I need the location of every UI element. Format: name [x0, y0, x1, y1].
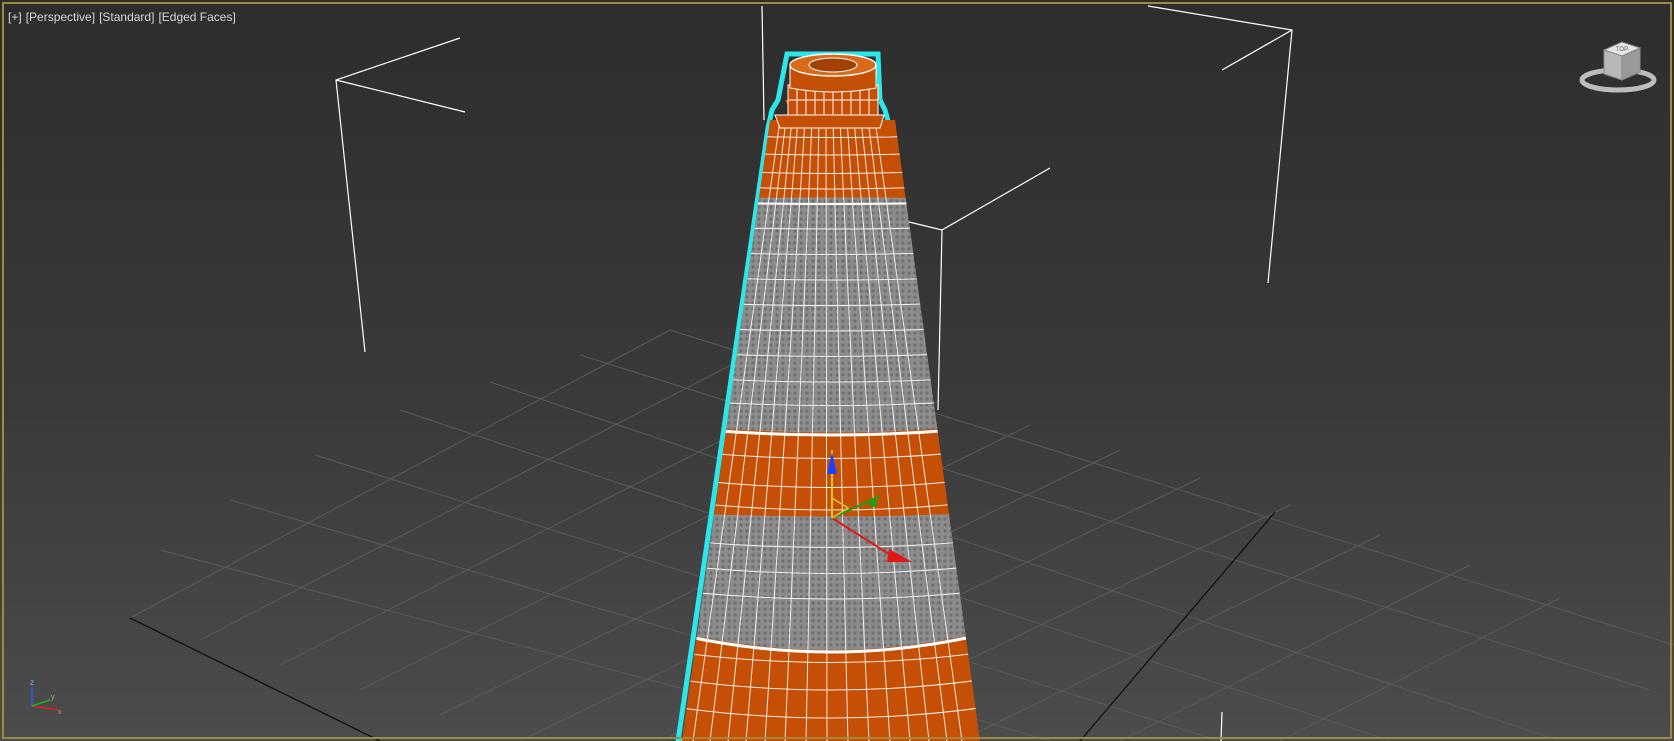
viewport-scene[interactable]: [0, 0, 1674, 741]
axis-tripod-icon: z x y: [30, 678, 62, 716]
axis-y-label: y: [51, 694, 55, 701]
gizmo-y-handle[interactable]: [869, 499, 877, 507]
viewport-shading-menu[interactable]: [Standard]: [99, 10, 154, 24]
cone-collar: [774, 114, 885, 129]
perspective-viewport[interactable]: [+] [Perspective] [Standard] [Edged Face…: [0, 0, 1674, 741]
viewcube-icon[interactable]: TOP: [1578, 36, 1658, 98]
axis-z-label: z: [30, 678, 34, 687]
viewport-plus-menu[interactable]: [+]: [8, 10, 22, 24]
viewport-view-menu[interactable]: [Perspective]: [26, 10, 95, 24]
viewcube-top-label: TOP: [1616, 47, 1628, 53]
viewport-display-menu[interactable]: [Edged Faces]: [158, 10, 235, 24]
viewport-label-menu: [+] [Perspective] [Standard] [Edged Face…: [8, 10, 236, 24]
axis-x-label: x: [58, 709, 62, 716]
